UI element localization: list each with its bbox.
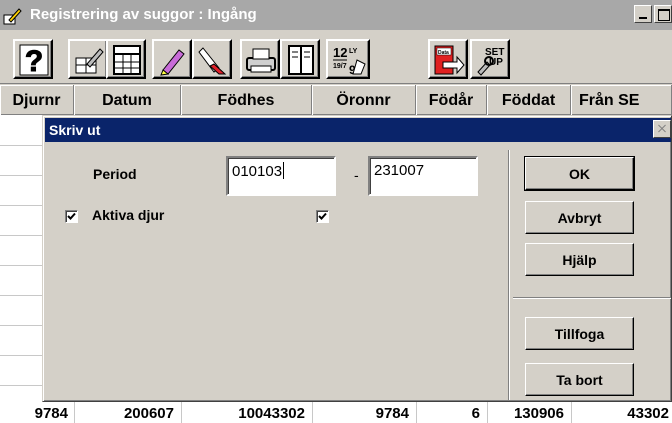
- data-transfer-tool-button[interactable]: Data: [428, 39, 468, 79]
- column-header-djurnr[interactable]: Djurnr: [0, 85, 74, 115]
- edit-tool-button[interactable]: [68, 39, 108, 79]
- highlighter-tool-button[interactable]: [152, 39, 192, 79]
- period-label: Period: [93, 166, 137, 182]
- column-header-datum[interactable]: Datum: [74, 85, 181, 115]
- help-icon: ?: [19, 44, 49, 76]
- calendar-tool-button[interactable]: [106, 39, 146, 79]
- help-tool-button[interactable]: ?: [13, 39, 53, 79]
- period-from-input[interactable]: 010103: [226, 156, 336, 196]
- column-header-fodar[interactable]: Födår: [416, 85, 487, 115]
- svg-text:?: ?: [25, 45, 43, 76]
- column-header-foddat[interactable]: Föddat: [487, 85, 571, 115]
- aktiva-djur-checkbox[interactable]: [65, 210, 78, 223]
- remove-button[interactable]: Ta bort: [525, 363, 634, 396]
- cell-foddat[interactable]: 130906: [487, 405, 564, 422]
- dialog-title: Skriv ut: [49, 122, 101, 138]
- app-pen-icon: [3, 8, 22, 25]
- checkmark-icon: [318, 212, 327, 220]
- highlighter-icon: [160, 49, 185, 76]
- eraser-icon: [198, 47, 227, 75]
- add-button[interactable]: Tillfoga: [525, 317, 634, 350]
- column-header-fran-se[interactable]: Från SE: [571, 85, 672, 115]
- help-button[interactable]: Hjälp: [525, 243, 634, 276]
- svg-text:Data: Data: [438, 50, 449, 56]
- edit-pen-icon: [75, 48, 104, 74]
- svg-text:LY: LY: [349, 48, 358, 55]
- setup-tool-button[interactable]: SET UP: [470, 39, 510, 79]
- print-tool-button[interactable]: [240, 39, 280, 79]
- cell-fodar[interactable]: 6: [416, 405, 480, 422]
- maximize-button[interactable]: [654, 5, 672, 23]
- main-titlebar[interactable]: Registrering av suggor : Ingång: [0, 0, 672, 30]
- print-dialog: Skriv ut Period 010103 - 231007 Aktiva d…: [42, 115, 672, 402]
- cell-datum[interactable]: 200607: [74, 405, 174, 422]
- column-header-oronnr[interactable]: Öronnr: [312, 85, 416, 115]
- dialog-horizontal-separator: [513, 297, 671, 299]
- calendar-grid-icon: [113, 45, 141, 75]
- cell-oronnr[interactable]: 9784: [312, 405, 409, 422]
- cell-fran-se[interactable]: 43302: [571, 405, 669, 422]
- dialog-close-button[interactable]: [653, 120, 671, 138]
- period-separator: -: [354, 167, 359, 183]
- document-tool-button[interactable]: [280, 39, 320, 79]
- svg-text:12: 12: [333, 45, 347, 60]
- printer-icon: [246, 48, 276, 73]
- dialog-titlebar[interactable]: Skriv ut: [45, 118, 671, 142]
- cancel-button[interactable]: Avbryt: [525, 201, 634, 234]
- text-caret: [283, 162, 285, 179]
- main-window-title: Registrering av suggor : Ingång: [30, 6, 257, 23]
- cell-fodhes[interactable]: 10043302: [181, 405, 305, 422]
- eraser-tool-button[interactable]: [192, 39, 232, 79]
- minimize-button[interactable]: [634, 5, 652, 23]
- dialog-vertical-separator: [508, 150, 510, 400]
- date-calc-icon: 12 LY 19/7 9: [333, 45, 366, 76]
- setup-icon: SET UP: [477, 47, 504, 76]
- document-columns-icon: [288, 45, 314, 75]
- secondary-checkbox[interactable]: [316, 210, 329, 223]
- svg-text:19/7: 19/7: [333, 63, 347, 70]
- checkmark-icon: [67, 212, 76, 220]
- ok-button[interactable]: OK: [524, 156, 635, 191]
- grid-header: Djurnr Datum Födhes Öronnr Födår Föddat …: [0, 85, 672, 115]
- aktiva-djur-label: Aktiva djur: [92, 207, 165, 223]
- toolbar: ? 12 LY 19/7 9 Data SET UP: [0, 30, 672, 84]
- period-to-input[interactable]: 231007: [368, 156, 478, 196]
- data-transfer-icon: Data: [434, 45, 465, 75]
- column-header-fodhes[interactable]: Födhes: [181, 85, 312, 115]
- cell-djurnr[interactable]: 9784: [0, 405, 68, 422]
- period-from-value: 010103: [232, 163, 283, 180]
- date-calc-tool-button[interactable]: 12 LY 19/7 9: [326, 39, 370, 79]
